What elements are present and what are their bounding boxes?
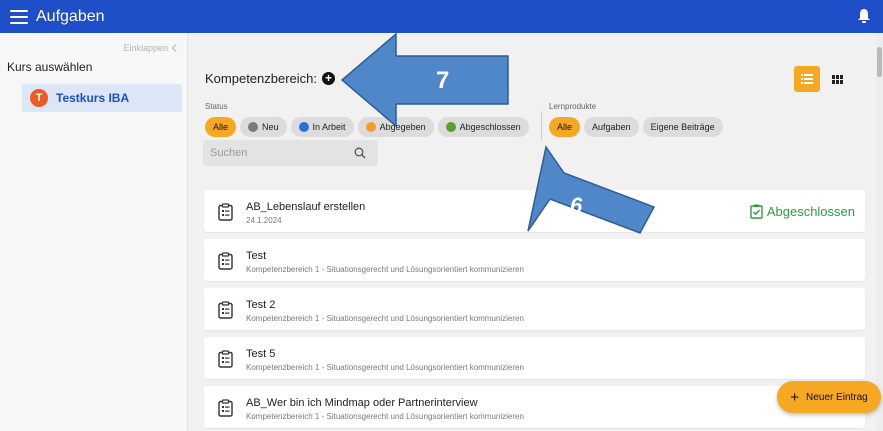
- item-subtitle: Kompetenzbereich 1 - Situationsgerecht u…: [246, 363, 524, 372]
- grid-view-icon: [831, 74, 843, 84]
- new-entry-label: Neuer Eintrag: [806, 391, 868, 403]
- clipboard-check-icon: [750, 204, 763, 219]
- list-item[interactable]: Test 2 Kompetenzbereich 1 - Situationsge…: [204, 288, 865, 330]
- status-label: Abgeschlossen: [766, 204, 855, 219]
- status-chip-abgeschlossen[interactable]: Abgeschlossen: [437, 117, 529, 137]
- sidebar: Einklappen Kurs auswählen T Testkurs IBA: [0, 33, 188, 431]
- status-chip-neu[interactable]: Neu: [240, 117, 287, 137]
- course-select-heading: Kurs auswählen: [7, 60, 93, 74]
- item-subtitle: Kompetenzbereich 1 - Situationsgerecht u…: [246, 265, 524, 274]
- chip-label: Abgeschlossen: [459, 122, 521, 132]
- item-subtitle: Kompetenzbereich 1 - Situationsgerecht u…: [246, 314, 524, 323]
- course-name: Testkurs IBA: [56, 91, 130, 105]
- scrollbar[interactable]: [876, 33, 883, 431]
- status-filter-label: Status: [205, 102, 228, 111]
- hamburger-menu-icon[interactable]: [10, 9, 28, 24]
- main-content: Kompetenzbereich: + Status Alle Neu In A…: [189, 33, 876, 431]
- status-dot-icon: [365, 122, 376, 132]
- search-icon[interactable]: [354, 147, 366, 159]
- item-subtitle: Kompetenzbereich 1 - Situationsgerecht u…: [246, 412, 524, 421]
- chip-label: Aufgaben: [592, 122, 631, 132]
- chip-label: Alle: [557, 122, 573, 132]
- course-avatar: T: [30, 89, 48, 107]
- new-entry-button[interactable]: + Neuer Eintrag: [777, 381, 881, 413]
- lernprodukte-chip-eigene-beitraege[interactable]: Eigene Beiträge: [642, 117, 723, 137]
- plus-icon: +: [790, 388, 800, 406]
- kompetenzbereich-label: Kompetenzbereich:: [205, 71, 318, 86]
- item-title: Test 2: [246, 299, 276, 311]
- status-chip-in-arbeit[interactable]: In Arbeit: [290, 117, 354, 137]
- chip-label: Eigene Beiträge: [650, 122, 715, 132]
- clipboard-icon: [218, 252, 233, 270]
- item-subtitle: 24.1.2024: [246, 216, 282, 225]
- status-dot-icon: [248, 122, 259, 132]
- status-chip-abgegeben[interactable]: Abgegeben: [357, 117, 434, 137]
- item-title: Test 5: [246, 348, 276, 360]
- chip-label: Neu: [262, 122, 279, 132]
- item-title: AB_Wer bin ich Mindmap oder Partnerinter…: [246, 397, 478, 409]
- clipboard-icon: [218, 301, 233, 319]
- collapse-sidebar-button[interactable]: Einklappen: [123, 43, 177, 53]
- status-filter-group: Alle Neu In Arbeit Abgegeben Abgeschloss…: [205, 117, 529, 137]
- list-item[interactable]: AB_Lebenslauf erstellen 24.1.2024 Abgesc…: [204, 190, 865, 232]
- lernprodukte-filter-label: Lernprodukte: [549, 102, 597, 111]
- item-title: AB_Lebenslauf erstellen: [246, 201, 366, 213]
- chevron-left-icon: [171, 44, 177, 52]
- lernprodukte-chip-aufgaben[interactable]: Aufgaben: [584, 117, 639, 137]
- filter-divider: [541, 111, 542, 141]
- clipboard-icon: [218, 203, 233, 221]
- status-dot-icon: [445, 122, 456, 132]
- course-item[interactable]: T Testkurs IBA: [22, 84, 182, 112]
- collapse-label: Einklappen: [123, 43, 168, 53]
- lernprodukte-filter-group: Alle Aufgaben Eigene Beiträge: [549, 117, 723, 137]
- chip-label: In Arbeit: [312, 122, 346, 132]
- grid-view-button[interactable]: [824, 66, 850, 92]
- status-badge: Abgeschlossen: [750, 204, 855, 219]
- list-item[interactable]: AB_Wer bin ich Mindmap oder Partnerinter…: [204, 386, 865, 428]
- bell-icon[interactable]: [857, 8, 871, 24]
- list-item[interactable]: Test Kompetenzbereich 1 - Situationsgere…: [204, 239, 865, 281]
- search-input[interactable]: [203, 140, 378, 166]
- list-item[interactable]: Test 5 Kompetenzbereich 1 - Situationsge…: [204, 337, 865, 379]
- scrollbar-thumb[interactable]: [877, 47, 882, 77]
- chip-label: Alle: [213, 122, 229, 132]
- lernprodukte-chip-alle[interactable]: Alle: [549, 117, 581, 137]
- clipboard-icon: [218, 350, 233, 368]
- task-list: AB_Lebenslauf erstellen 24.1.2024 Abgesc…: [204, 190, 865, 431]
- status-dot-icon: [298, 122, 309, 132]
- page-title: Aufgaben: [36, 7, 105, 25]
- add-kompetenzbereich-icon[interactable]: +: [322, 72, 336, 85]
- app-bar: Aufgaben: [0, 0, 883, 33]
- clipboard-icon: [218, 399, 233, 417]
- kompetenzbereich-row: Kompetenzbereich: +: [205, 71, 336, 86]
- list-view-button[interactable]: [794, 66, 820, 92]
- list-view-icon: [801, 74, 813, 84]
- status-chip-alle[interactable]: Alle: [205, 117, 237, 137]
- item-title: Test: [246, 250, 267, 262]
- view-toggle: [794, 66, 850, 92]
- chip-label: Abgegeben: [379, 122, 426, 132]
